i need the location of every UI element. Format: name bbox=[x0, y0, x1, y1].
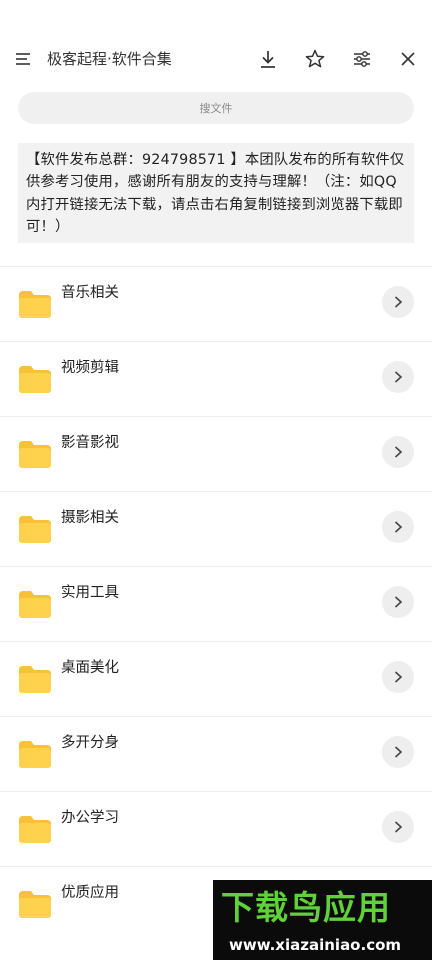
search-box[interactable] bbox=[18, 92, 414, 124]
chevron-right-icon[interactable] bbox=[382, 811, 414, 843]
folder-icon bbox=[18, 437, 52, 469]
folder-list: 音乐相关 视频剪辑 影音影视 摄影相关 实用工具 桌面美化 多开分身 办公学习 … bbox=[0, 266, 432, 941]
folder-icon bbox=[18, 737, 52, 769]
folder-icon bbox=[18, 887, 52, 919]
page-title: 极客起程·软件合集 bbox=[47, 50, 172, 68]
sliders-icon[interactable] bbox=[348, 45, 376, 73]
folder-icon bbox=[18, 662, 52, 694]
folder-row[interactable]: 桌面美化 bbox=[0, 641, 432, 716]
folder-label: 桌面美化 bbox=[61, 660, 119, 676]
search-input[interactable] bbox=[18, 92, 414, 124]
folder-icon bbox=[18, 587, 52, 619]
folder-label: 优质应用 bbox=[61, 885, 119, 901]
announcement-notice: 【软件发布总群：924798571 】本团队发布的所有软件仅供参考习使用，感谢所… bbox=[18, 143, 414, 243]
download-icon[interactable] bbox=[254, 45, 282, 73]
menu-icon[interactable] bbox=[10, 45, 38, 73]
folder-label: 音乐相关 bbox=[61, 285, 119, 301]
folder-label: 视频剪辑 bbox=[61, 360, 119, 376]
folder-label: 多开分身 bbox=[61, 735, 119, 751]
folder-icon bbox=[18, 812, 52, 844]
chevron-right-icon[interactable] bbox=[382, 586, 414, 618]
folder-row[interactable]: 办公学习 bbox=[0, 791, 432, 866]
folder-row[interactable]: 音乐相关 bbox=[0, 266, 432, 341]
watermark-logo: 下载鸟应用 www.xiazainiao.com bbox=[213, 880, 432, 960]
folder-row[interactable]: 摄影相关 bbox=[0, 491, 432, 566]
chevron-right-icon[interactable] bbox=[382, 361, 414, 393]
close-icon[interactable] bbox=[394, 45, 422, 73]
folder-label: 摄影相关 bbox=[61, 510, 119, 526]
chevron-right-icon[interactable] bbox=[382, 436, 414, 468]
folder-row[interactable]: 影音影视 bbox=[0, 416, 432, 491]
folder-icon bbox=[18, 512, 52, 544]
folder-icon bbox=[18, 362, 52, 394]
folder-label: 办公学习 bbox=[61, 810, 119, 826]
top-bar: 极客起程·软件合集 bbox=[0, 36, 432, 82]
folder-row[interactable]: 视频剪辑 bbox=[0, 341, 432, 416]
chevron-right-icon[interactable] bbox=[382, 511, 414, 543]
folder-row[interactable]: 多开分身 bbox=[0, 716, 432, 791]
folder-icon bbox=[18, 287, 52, 319]
chevron-right-icon[interactable] bbox=[382, 736, 414, 768]
star-icon[interactable] bbox=[301, 45, 329, 73]
folder-label: 影音影视 bbox=[61, 435, 119, 451]
folder-row[interactable]: 实用工具 bbox=[0, 566, 432, 641]
watermark-brand: 下载鸟应用 bbox=[221, 888, 391, 927]
chevron-right-icon[interactable] bbox=[382, 286, 414, 318]
chevron-right-icon[interactable] bbox=[382, 661, 414, 693]
watermark-url: www.xiazainiao.com bbox=[229, 936, 402, 954]
folder-label: 实用工具 bbox=[61, 585, 119, 601]
